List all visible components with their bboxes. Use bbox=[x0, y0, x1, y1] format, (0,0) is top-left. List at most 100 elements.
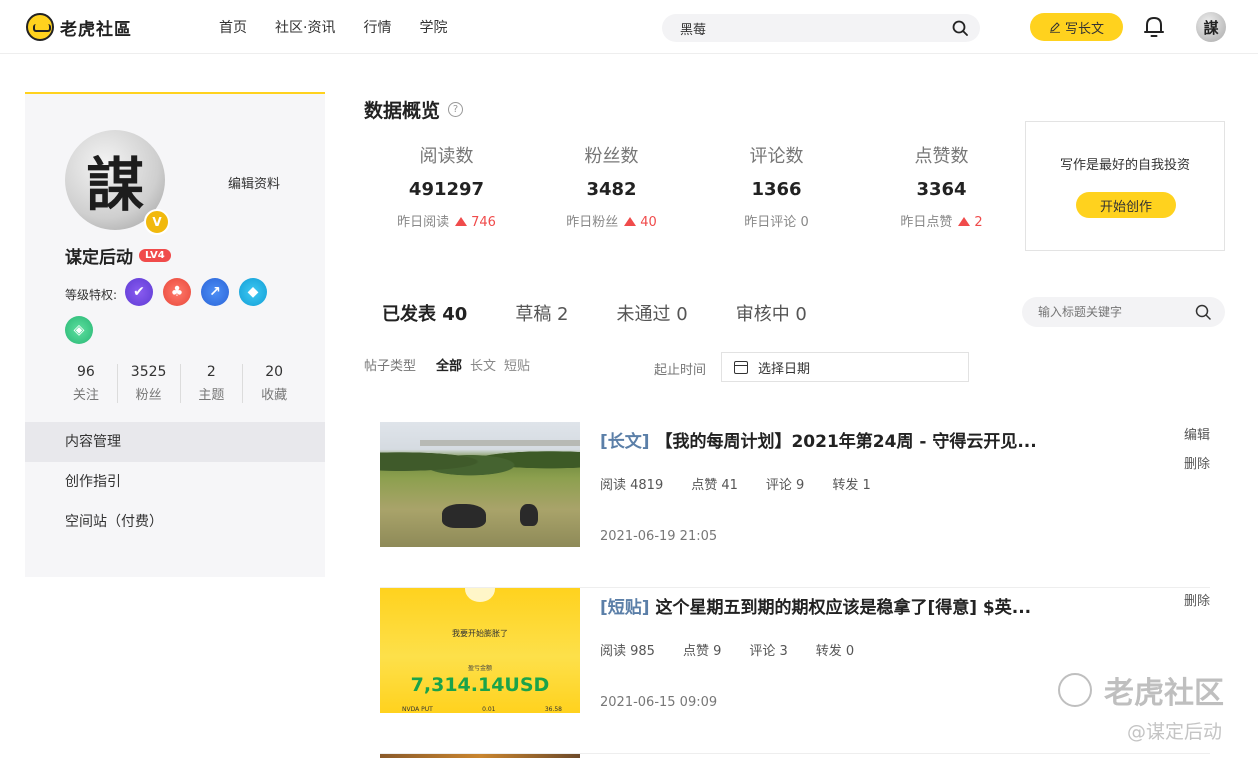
watermark-brand: 老虎社区 bbox=[1058, 668, 1224, 712]
edit-profile-link[interactable]: 编辑资料 bbox=[228, 173, 280, 192]
search-input[interactable] bbox=[680, 18, 930, 38]
post-tag: [长文] bbox=[600, 432, 650, 452]
metric-title: 评论数 bbox=[749, 146, 804, 167]
up-arrow-icon bbox=[958, 217, 971, 226]
nav-item-academy[interactable]: 学院 bbox=[419, 17, 447, 37]
tab-drafts[interactable]: 草稿 2 bbox=[515, 300, 568, 326]
post-reads: 阅读 985 bbox=[600, 644, 655, 659]
metric-title: 点赞数 bbox=[914, 146, 969, 167]
filter-long-article[interactable]: 长文 bbox=[470, 355, 496, 374]
up-arrow-icon bbox=[624, 217, 637, 226]
post-type-label: 帖子类型 bbox=[364, 359, 417, 374]
tab-rejected[interactable]: 未通过 0 bbox=[617, 300, 688, 326]
help-icon[interactable]: ? bbox=[448, 102, 464, 117]
filter-all[interactable]: 全部 bbox=[436, 355, 462, 374]
post-likes: 点赞 9 bbox=[682, 644, 722, 659]
delete-post-button[interactable]: 删除 bbox=[1184, 590, 1210, 609]
post-thumbnail[interactable]: 我要开始膨胀了 盈亏金额 7,314.14USD NVDA PUT 0.01 3… bbox=[380, 588, 580, 713]
stat-value: 96 bbox=[76, 364, 95, 380]
nav-item-community[interactable]: 社区·资讯 bbox=[275, 17, 335, 37]
post-title-text: 【我的每周计划】2021年第24周 - 守得云开见... bbox=[655, 432, 1037, 452]
post-stats: 阅读 985 点赞 9 评论 3 转发 0 bbox=[600, 640, 882, 659]
privilege-green-icon[interactable]: ◈ bbox=[65, 316, 93, 344]
filter-short-post[interactable]: 短贴 bbox=[504, 355, 530, 374]
nav-item-market[interactable]: 行情 bbox=[363, 17, 391, 37]
start-writing-button[interactable]: 开始创作 bbox=[1076, 192, 1176, 218]
sidebar-item-writing-guide[interactable]: 创作指引 bbox=[25, 462, 325, 502]
metric-delta-value: 2 bbox=[974, 215, 983, 230]
tab-published[interactable]: 已发表 40 bbox=[382, 300, 467, 326]
search-icon[interactable] bbox=[1195, 304, 1211, 320]
search-icon[interactable] bbox=[952, 20, 968, 36]
post-status-tabs: 已发表 40 草稿 2 未通过 0 审核中 0 bbox=[382, 300, 855, 326]
metric-title: 阅读数 bbox=[419, 146, 474, 167]
write-article-button[interactable]: 写长文 bbox=[1030, 13, 1123, 41]
stat-followers[interactable]: 3525 粉丝 bbox=[118, 364, 181, 403]
tiger-logo-icon bbox=[26, 13, 54, 41]
thumb-row: NVDA PUT 0.01 36.58 bbox=[402, 706, 562, 713]
post-title[interactable]: [长文] 【我的每周计划】2021年第24周 - 守得云开见... bbox=[600, 427, 1160, 452]
username: 谋定后动 LV4 bbox=[65, 243, 171, 268]
up-arrow-icon bbox=[455, 217, 468, 226]
stat-value: 20 bbox=[265, 364, 284, 380]
privilege-cyan-icon[interactable]: ◆ bbox=[239, 278, 267, 306]
username-text: 谋定后动 bbox=[65, 248, 133, 268]
stat-topics[interactable]: 2 主题 bbox=[181, 364, 244, 403]
post-shares: 转发 1 bbox=[832, 478, 871, 493]
metric-delta: 昨日点赞 2 bbox=[859, 211, 1024, 230]
level-badge: LV4 bbox=[139, 249, 171, 262]
promo-text: 写作是最好的自我投资 bbox=[1059, 158, 1190, 173]
post-thumbnail[interactable] bbox=[380, 754, 580, 758]
metric-value: 3364 bbox=[916, 179, 967, 200]
metric-value: 3482 bbox=[586, 179, 637, 200]
overview-title-text: 数据概览 bbox=[364, 100, 441, 122]
post-comments: 评论 9 bbox=[765, 478, 805, 493]
stat-value: 2 bbox=[206, 364, 216, 380]
post-shares: 转发 0 bbox=[815, 644, 855, 659]
post-tag: [短贴] bbox=[600, 598, 650, 618]
post-stats: 阅读 4819 点赞 41 评论 9 转发 1 bbox=[600, 474, 899, 493]
metric-delta: 昨日粉丝 40 bbox=[529, 211, 694, 230]
privilege-blue-icon[interactable]: ↗ bbox=[201, 278, 229, 306]
writing-promo-card: 写作是最好的自我投资 开始创作 bbox=[1025, 121, 1225, 251]
metric-reads: 阅读数 491297 昨日阅读 746 bbox=[364, 142, 529, 230]
user-avatar[interactable]: 謀 bbox=[1196, 12, 1226, 42]
nav-item-home[interactable]: 首页 bbox=[219, 17, 247, 37]
stat-label: 收藏 bbox=[261, 388, 288, 403]
overview-title: 数据概览 ? bbox=[364, 96, 464, 123]
privilege-red-icon[interactable]: ♣ bbox=[163, 278, 191, 306]
post-title-text: 这个星期五到期的期权应该是稳拿了[得意] $英... bbox=[655, 598, 1032, 618]
stat-label: 粉丝 bbox=[135, 388, 162, 403]
bell-icon[interactable] bbox=[1143, 15, 1165, 39]
sidebar-item-space-station[interactable]: 空间站（付费） bbox=[25, 502, 325, 542]
privilege-purple-icon[interactable]: ✔ bbox=[125, 278, 153, 306]
delete-post-button[interactable]: 删除 bbox=[1184, 453, 1210, 472]
sidebar-item-content-management[interactable]: 内容管理 bbox=[25, 422, 325, 462]
stat-favorites[interactable]: 20 收藏 bbox=[243, 364, 305, 403]
date-picker-placeholder: 选择日期 bbox=[758, 361, 811, 377]
post-thumbnail[interactable] bbox=[380, 422, 580, 547]
tab-under-review[interactable]: 审核中 0 bbox=[736, 300, 807, 326]
brand-logo[interactable]: 老虎社區 bbox=[26, 11, 132, 43]
stat-following[interactable]: 96 关注 bbox=[55, 364, 118, 403]
post-comments: 评论 3 bbox=[749, 644, 788, 659]
thumb-detail bbox=[442, 504, 486, 528]
brand-name: 老虎社區 bbox=[60, 19, 132, 40]
post-date: 2021-06-19 21:05 bbox=[600, 529, 718, 544]
verified-badge-icon: V bbox=[144, 209, 170, 235]
metric-value: 1366 bbox=[751, 179, 802, 200]
watermark-brand-text: 老虎社区 bbox=[1104, 676, 1224, 711]
edit-post-button[interactable]: 编辑 bbox=[1184, 424, 1210, 443]
watermark-logo-icon bbox=[1058, 673, 1092, 707]
privilege-label: 等级特权: bbox=[65, 288, 118, 302]
metric-delta: 昨日阅读 746 bbox=[364, 211, 529, 230]
post-title[interactable]: [短贴] 这个星期五到期的期权应该是稳拿了[得意] $英... bbox=[600, 593, 1160, 618]
metric-likes: 点赞数 3364 昨日点赞 2 bbox=[859, 142, 1024, 230]
title-search-input[interactable] bbox=[1038, 303, 1188, 321]
date-range-label: 起止时间 bbox=[654, 363, 707, 378]
thumb-text: NVDA PUT bbox=[402, 706, 433, 713]
thumb-text: 0.01 bbox=[482, 706, 496, 713]
thumb-detail bbox=[465, 588, 495, 602]
date-picker[interactable]: 选择日期 bbox=[721, 352, 969, 382]
metric-value: 491297 bbox=[408, 179, 485, 200]
